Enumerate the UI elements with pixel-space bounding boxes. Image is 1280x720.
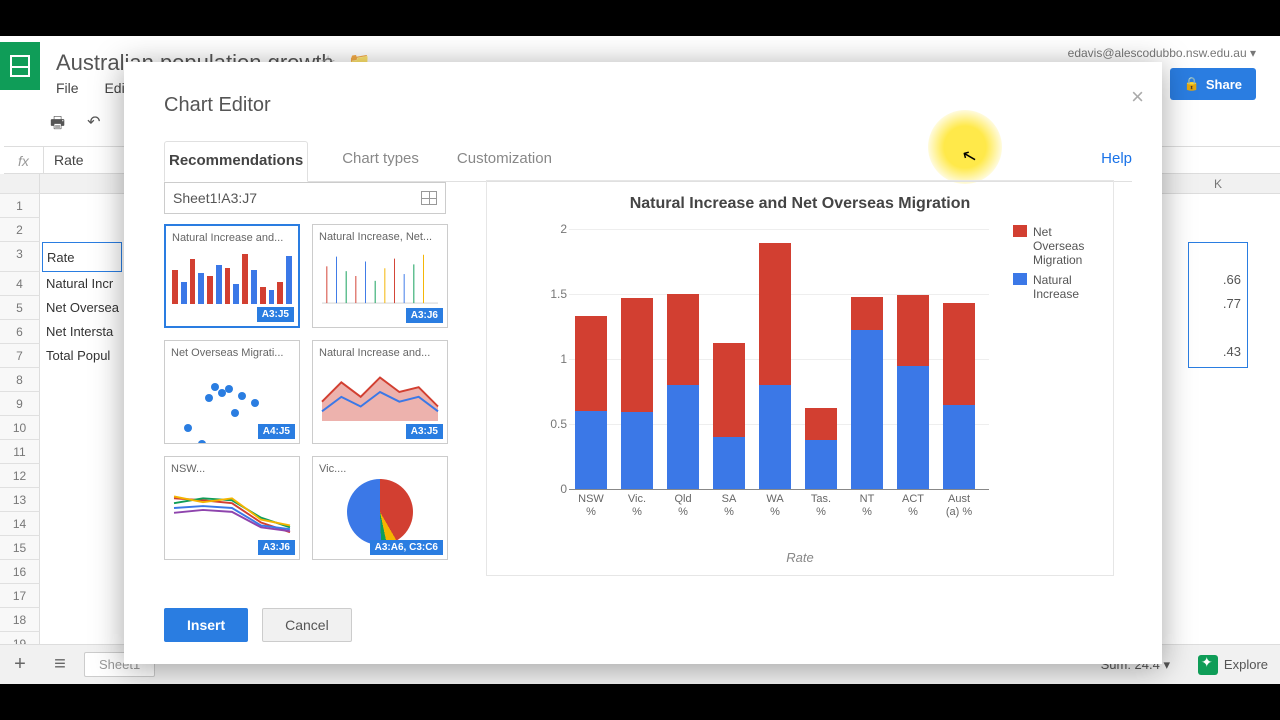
- cancel-button[interactable]: Cancel: [262, 608, 352, 642]
- data-range-value: Sheet1!A3:J7: [173, 190, 257, 206]
- user-email[interactable]: edavis@alescodubbo.nsw.edu.au ▾: [1068, 46, 1256, 60]
- chart-thumb-5[interactable]: NSW... A3:J6: [164, 456, 300, 560]
- google-sheets-app: Australian population growth ☆ 📁 File Ed…: [0, 36, 1280, 684]
- cell-a5[interactable]: Net Oversea: [42, 296, 122, 320]
- tab-recommendations[interactable]: Recommendations: [164, 141, 308, 182]
- toolbar: 🖶 ↶: [50, 112, 101, 139]
- chart-thumb-2[interactable]: Natural Increase, Net... A3:J6: [312, 224, 448, 328]
- cell-k4[interactable]: .66: [1188, 272, 1248, 296]
- legend-item-0: Net Overseas Migration: [1033, 225, 1099, 267]
- explore-button[interactable]: Explore: [1198, 655, 1268, 675]
- close-icon[interactable]: ×: [1131, 84, 1144, 110]
- legend-item-1: Natural Increase: [1033, 273, 1099, 301]
- chart-editor-dialog: Chart Editor × ↖ Recommendations Chart t…: [124, 62, 1162, 664]
- tab-customization[interactable]: Customization: [453, 140, 556, 181]
- cell-a7[interactable]: Total Popul: [42, 344, 122, 368]
- dialog-buttons: Insert Cancel: [164, 608, 352, 642]
- dialog-title: Chart Editor: [164, 94, 271, 117]
- cell-a6[interactable]: Net Intersta: [42, 320, 122, 344]
- chart-thumbnail-grid: Natural Increase and... A3:J5 Natural In…: [164, 224, 454, 560]
- select-range-icon[interactable]: [421, 191, 437, 205]
- print-icon[interactable]: 🖶: [50, 112, 65, 139]
- chart-thumb-1[interactable]: Natural Increase and... A3:J5: [164, 224, 300, 328]
- x-axis: NSW%Vic.%Qld%SA%WA%Tas.%NT%ACT%Aust(a) %: [569, 493, 989, 519]
- cell-a4[interactable]: Natural Incr: [42, 272, 122, 296]
- lock-icon: 🔒: [1184, 76, 1200, 92]
- chart-thumb-4[interactable]: Natural Increase and... A3:J5: [312, 340, 448, 444]
- insert-button[interactable]: Insert: [164, 608, 248, 642]
- data-range-input[interactable]: Sheet1!A3:J7: [164, 182, 446, 214]
- chart-preview: Natural Increase and Net Overseas Migrat…: [486, 180, 1114, 576]
- undo-icon[interactable]: ↶: [87, 112, 100, 139]
- fx-value[interactable]: Rate: [44, 152, 84, 168]
- sheets-logo-icon[interactable]: [0, 42, 40, 90]
- x-axis-title: Rate: [487, 550, 1113, 565]
- dialog-tabs: Recommendations Chart types Customizatio…: [164, 140, 1132, 182]
- help-link[interactable]: Help: [1101, 140, 1132, 181]
- add-sheet-icon[interactable]: +: [0, 653, 40, 676]
- chart-title: Natural Increase and Net Overseas Migrat…: [487, 181, 1113, 213]
- menu-file[interactable]: File: [56, 80, 79, 96]
- chart-thumb-6[interactable]: Vic.... A3:A6, C3:C6: [312, 456, 448, 560]
- menu-edit[interactable]: Edi: [104, 80, 124, 96]
- chart-legend: Net Overseas Migration Natural Increase: [1013, 225, 1099, 307]
- cell-k7[interactable]: .43: [1188, 344, 1248, 368]
- all-sheets-icon[interactable]: ≡: [40, 653, 80, 676]
- cell-k5[interactable]: .77: [1188, 296, 1248, 320]
- explore-icon: [1198, 655, 1218, 675]
- col-k-header: K: [1188, 174, 1248, 194]
- share-button[interactable]: 🔒 Share: [1170, 68, 1256, 100]
- fx-label: fx: [4, 147, 44, 173]
- row-headers: 1234567 8910111213141516171819: [0, 174, 40, 648]
- explore-label: Explore: [1224, 657, 1268, 672]
- column-k: K .66 .77 .43: [1188, 174, 1248, 368]
- cell-a3[interactable]: Rate: [42, 242, 122, 272]
- y-axis: 00.511.52: [541, 223, 567, 489]
- chart-thumb-3[interactable]: Net Overseas Migrati... A4:J5: [164, 340, 300, 444]
- share-button-label: Share: [1206, 77, 1242, 92]
- chart-plot: [569, 229, 989, 489]
- tab-chart-types[interactable]: Chart types: [338, 140, 423, 181]
